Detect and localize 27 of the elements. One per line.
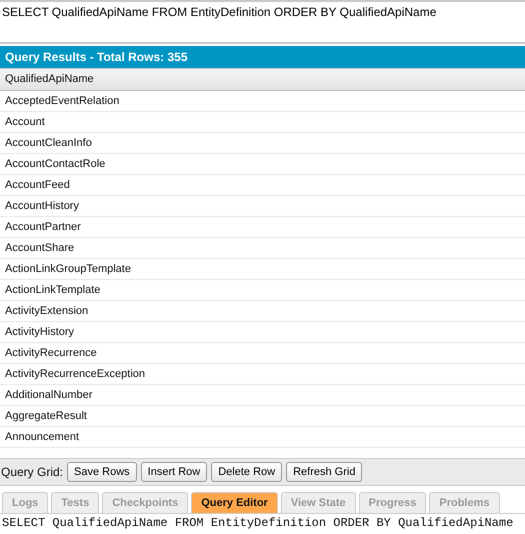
table-cell: AdditionalNumber — [0, 385, 525, 406]
table-cell: Announcement — [0, 427, 525, 448]
toolbar-button[interactable]: Delete Row — [211, 462, 282, 482]
table-cell: AccountFeed — [0, 175, 525, 196]
table-cell: ActivityRecurrenceException — [0, 364, 525, 385]
table-cell: AccountPartner — [0, 217, 525, 238]
table-cell: AccountShare — [0, 238, 525, 259]
toolbar-button[interactable]: Insert Row — [140, 462, 208, 482]
table-cell: ActivityRecurrence — [0, 343, 525, 364]
table-cell: AccountContactRole — [0, 154, 525, 175]
table-cell: AccountCleanInfo — [0, 133, 525, 154]
tab[interactable]: Query Editor — [191, 492, 278, 513]
table-cell: ActivityExtension — [0, 301, 525, 322]
table-cell: AccountHistory — [0, 196, 525, 217]
table-cell: AcceptedEventRelation — [0, 91, 525, 112]
query-text: SELECT QualifiedApiName FROM EntityDefinition ORDER BY QualifiedApiName — [1, 515, 514, 532]
table-cell: Account — [0, 112, 525, 133]
toolbar-button[interactable]: Refresh Grid — [286, 462, 362, 482]
query-input-field[interactable]: SELECT QualifiedApiName FROM EntityDefinition ORDER BY QualifiedApiName — [0, 0, 525, 44]
table-cell: ActionLinkTemplate — [0, 280, 525, 301]
column-header[interactable]: QualifiedApiName — [0, 68, 525, 91]
table-cell: AggregateResult — [0, 406, 525, 427]
results-header: Query Results - Total Rows: 355 — [0, 46, 525, 68]
table-cell: ActivityHistory — [0, 322, 525, 343]
toolbar-button[interactable]: Save Rows — [67, 462, 137, 482]
toolbar-label: Query Grid: — [1, 465, 64, 479]
table-cell: ActionLinkGroupTemplate — [0, 259, 525, 280]
